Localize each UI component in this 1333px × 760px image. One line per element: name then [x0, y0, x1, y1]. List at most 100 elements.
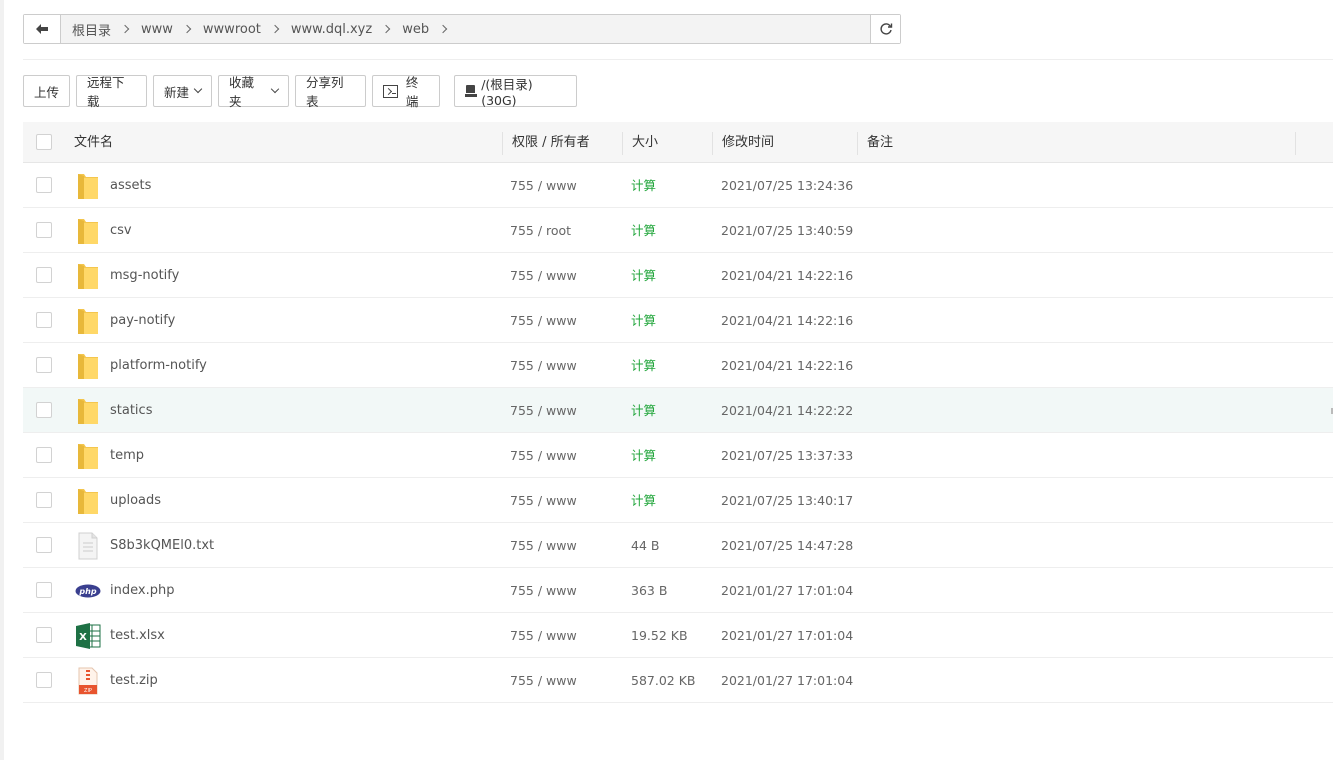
file-permission[interactable]: 755 / root: [510, 208, 571, 253]
file-permission[interactable]: 755 / www: [510, 163, 577, 208]
terminal-button[interactable]: 终端: [372, 75, 440, 109]
disk-icon: [465, 85, 478, 97]
table-row[interactable]: ZIP test.zip 755 / www 587.02 KB 2021/01/27 …: [23, 658, 1333, 703]
file-permission[interactable]: 755 / www: [510, 253, 577, 298]
file-size[interactable]: 计算: [631, 208, 656, 253]
row-checkbox[interactable]: [36, 582, 52, 598]
breadcrumb-item[interactable]: wwwroot: [198, 22, 286, 37]
file-mtime: 2021/01/27 17:01:04: [721, 628, 854, 643]
folder-icon[interactable]: [75, 487, 101, 515]
file-permission[interactable]: 755 / www: [510, 433, 577, 478]
excel-file-icon[interactable]: X: [75, 622, 101, 650]
file-size[interactable]: 计算: [631, 478, 656, 523]
file-name[interactable]: uploads: [110, 478, 161, 523]
file-name[interactable]: S8b3kQMEl0.txt: [110, 523, 214, 568]
table-row[interactable]: csv 755 / root 计算 2021/07/25 13:40:59: [23, 208, 1333, 253]
table-row[interactable]: S8b3kQMEl0.txt 755 / www 44 B 2021/07/25 14…: [23, 523, 1333, 568]
disk-button[interactable]: /(根目录) (30G): [454, 75, 577, 108]
breadcrumb-item[interactable]: 根目录: [67, 20, 136, 39]
file-name[interactable]: test.zip: [110, 658, 158, 703]
row-checkbox[interactable]: [36, 447, 52, 463]
file-permission[interactable]: 755 / www: [510, 658, 577, 703]
header-size[interactable]: 大小: [632, 122, 658, 163]
breadcrumb-label[interactable]: 根目录: [67, 20, 116, 39]
folder-icon[interactable]: [75, 442, 101, 470]
file-name[interactable]: test.xlsx: [110, 613, 165, 658]
file-name[interactable]: csv: [110, 208, 132, 253]
row-checkbox[interactable]: [36, 267, 52, 283]
table-row[interactable]: Xtest.xlsx 755 / www 19.52 KB 2021/01/27 17…: [23, 613, 1333, 658]
table-row[interactable]: php index.php 755 / www 363 B 2021/01/27 17:…: [23, 568, 1333, 613]
file-size[interactable]: 计算: [631, 433, 656, 478]
table-row[interactable]: msg-notify 755 / www 计算 2021/04/21 14:22:16: [23, 253, 1333, 298]
file-permission[interactable]: 755 / www: [510, 388, 577, 433]
row-checkbox[interactable]: [36, 672, 52, 688]
header-name[interactable]: 文件名: [74, 122, 113, 163]
file-name[interactable]: pay-notify: [110, 298, 175, 343]
row-checkbox[interactable]: [36, 357, 52, 373]
file-permission[interactable]: 755 / www: [510, 568, 577, 613]
table-row[interactable]: temp 755 / www 计算 2021/07/25 13:37:33: [23, 433, 1333, 478]
file-name[interactable]: msg-notify: [110, 253, 179, 298]
breadcrumb-item[interactable]: web: [397, 22, 454, 37]
refresh-button[interactable]: [870, 15, 900, 43]
folder-icon[interactable]: [75, 352, 101, 380]
file-permission[interactable]: 755 / www: [510, 523, 577, 568]
file-permission[interactable]: 755 / www: [510, 343, 577, 388]
php-file-icon[interactable]: php: [75, 577, 101, 605]
folder-icon[interactable]: [75, 217, 101, 245]
file-size[interactable]: 计算: [631, 388, 656, 433]
new-dropdown-button[interactable]: 新建: [153, 75, 212, 107]
table-row[interactable]: assets 755 / www 计算 2021/07/25 13:24:36: [23, 163, 1333, 208]
table-body: assets 755 / www 计算 2021/07/25 13:24:36 csv 7…: [23, 163, 1333, 703]
folder-icon[interactable]: [75, 172, 101, 200]
remote-download-button[interactable]: 远程下载: [76, 75, 147, 109]
file-permission[interactable]: 755 / www: [510, 613, 577, 658]
breadcrumb-label[interactable]: www: [136, 22, 178, 37]
upload-button[interactable]: 上传: [23, 75, 70, 107]
file-size[interactable]: 计算: [631, 163, 656, 208]
file-size[interactable]: 计算: [631, 343, 656, 388]
back-button[interactable]: [24, 15, 61, 43]
breadcrumb-item[interactable]: www.dql.xyz: [286, 22, 397, 37]
header-perm[interactable]: 权限 / 所有者: [512, 122, 590, 163]
row-checkbox[interactable]: [36, 177, 52, 193]
row-checkbox[interactable]: [36, 627, 52, 643]
file-name[interactable]: index.php: [110, 568, 174, 613]
file-name[interactable]: statics: [110, 388, 152, 433]
zip-file-icon[interactable]: ZIP: [75, 667, 101, 695]
select-all-checkbox[interactable]: [36, 134, 52, 150]
share-list-button[interactable]: 分享列表: [295, 75, 366, 109]
row-checkbox[interactable]: [36, 402, 52, 418]
table-row[interactable]: platform-notify 755 / www 计算 2021/04/21 14:…: [23, 343, 1333, 388]
breadcrumb-label[interactable]: web: [397, 22, 434, 37]
file-size[interactable]: 计算: [631, 298, 656, 343]
row-checkbox[interactable]: [36, 492, 52, 508]
file-table: 文件名 权限 / 所有者 大小 修改时间 备注 assets 755 / www 计…: [23, 122, 1333, 703]
path-bar: 根目录 www wwwroot www.dql.xyz web: [23, 14, 901, 44]
file-mtime: 2021/07/25 13:24:36: [721, 178, 854, 193]
file-name[interactable]: temp: [110, 433, 144, 478]
header-mtime[interactable]: 修改时间: [722, 122, 774, 163]
row-checkbox[interactable]: [36, 222, 52, 238]
file-name[interactable]: platform-notify: [110, 343, 207, 388]
breadcrumb-item[interactable]: www: [136, 22, 198, 37]
file-size[interactable]: 计算: [631, 253, 656, 298]
row-checkbox[interactable]: [36, 312, 52, 328]
breadcrumb-label[interactable]: www.dql.xyz: [286, 22, 377, 37]
breadcrumb-label[interactable]: wwwroot: [198, 22, 266, 37]
file-permission[interactable]: 755 / www: [510, 298, 577, 343]
file-name[interactable]: assets: [110, 163, 151, 208]
folder-icon[interactable]: [75, 397, 101, 425]
favorites-dropdown-button[interactable]: 收藏夹: [218, 75, 289, 109]
folder-icon[interactable]: [75, 307, 101, 335]
table-row[interactable]: statics 755 / www 计算 2021/04/21 14:22:22: [23, 388, 1333, 433]
text-file-icon[interactable]: [75, 532, 101, 560]
chevron-down-icon: [270, 84, 280, 94]
table-row[interactable]: pay-notify 755 / www 计算 2021/04/21 14:22:16: [23, 298, 1333, 343]
row-checkbox[interactable]: [36, 537, 52, 553]
file-permission[interactable]: 755 / www: [510, 478, 577, 523]
table-row[interactable]: uploads 755 / www 计算 2021/07/25 13:40:17: [23, 478, 1333, 523]
file-mtime: 2021/01/27 17:01:04: [721, 583, 854, 598]
folder-icon[interactable]: [75, 262, 101, 290]
